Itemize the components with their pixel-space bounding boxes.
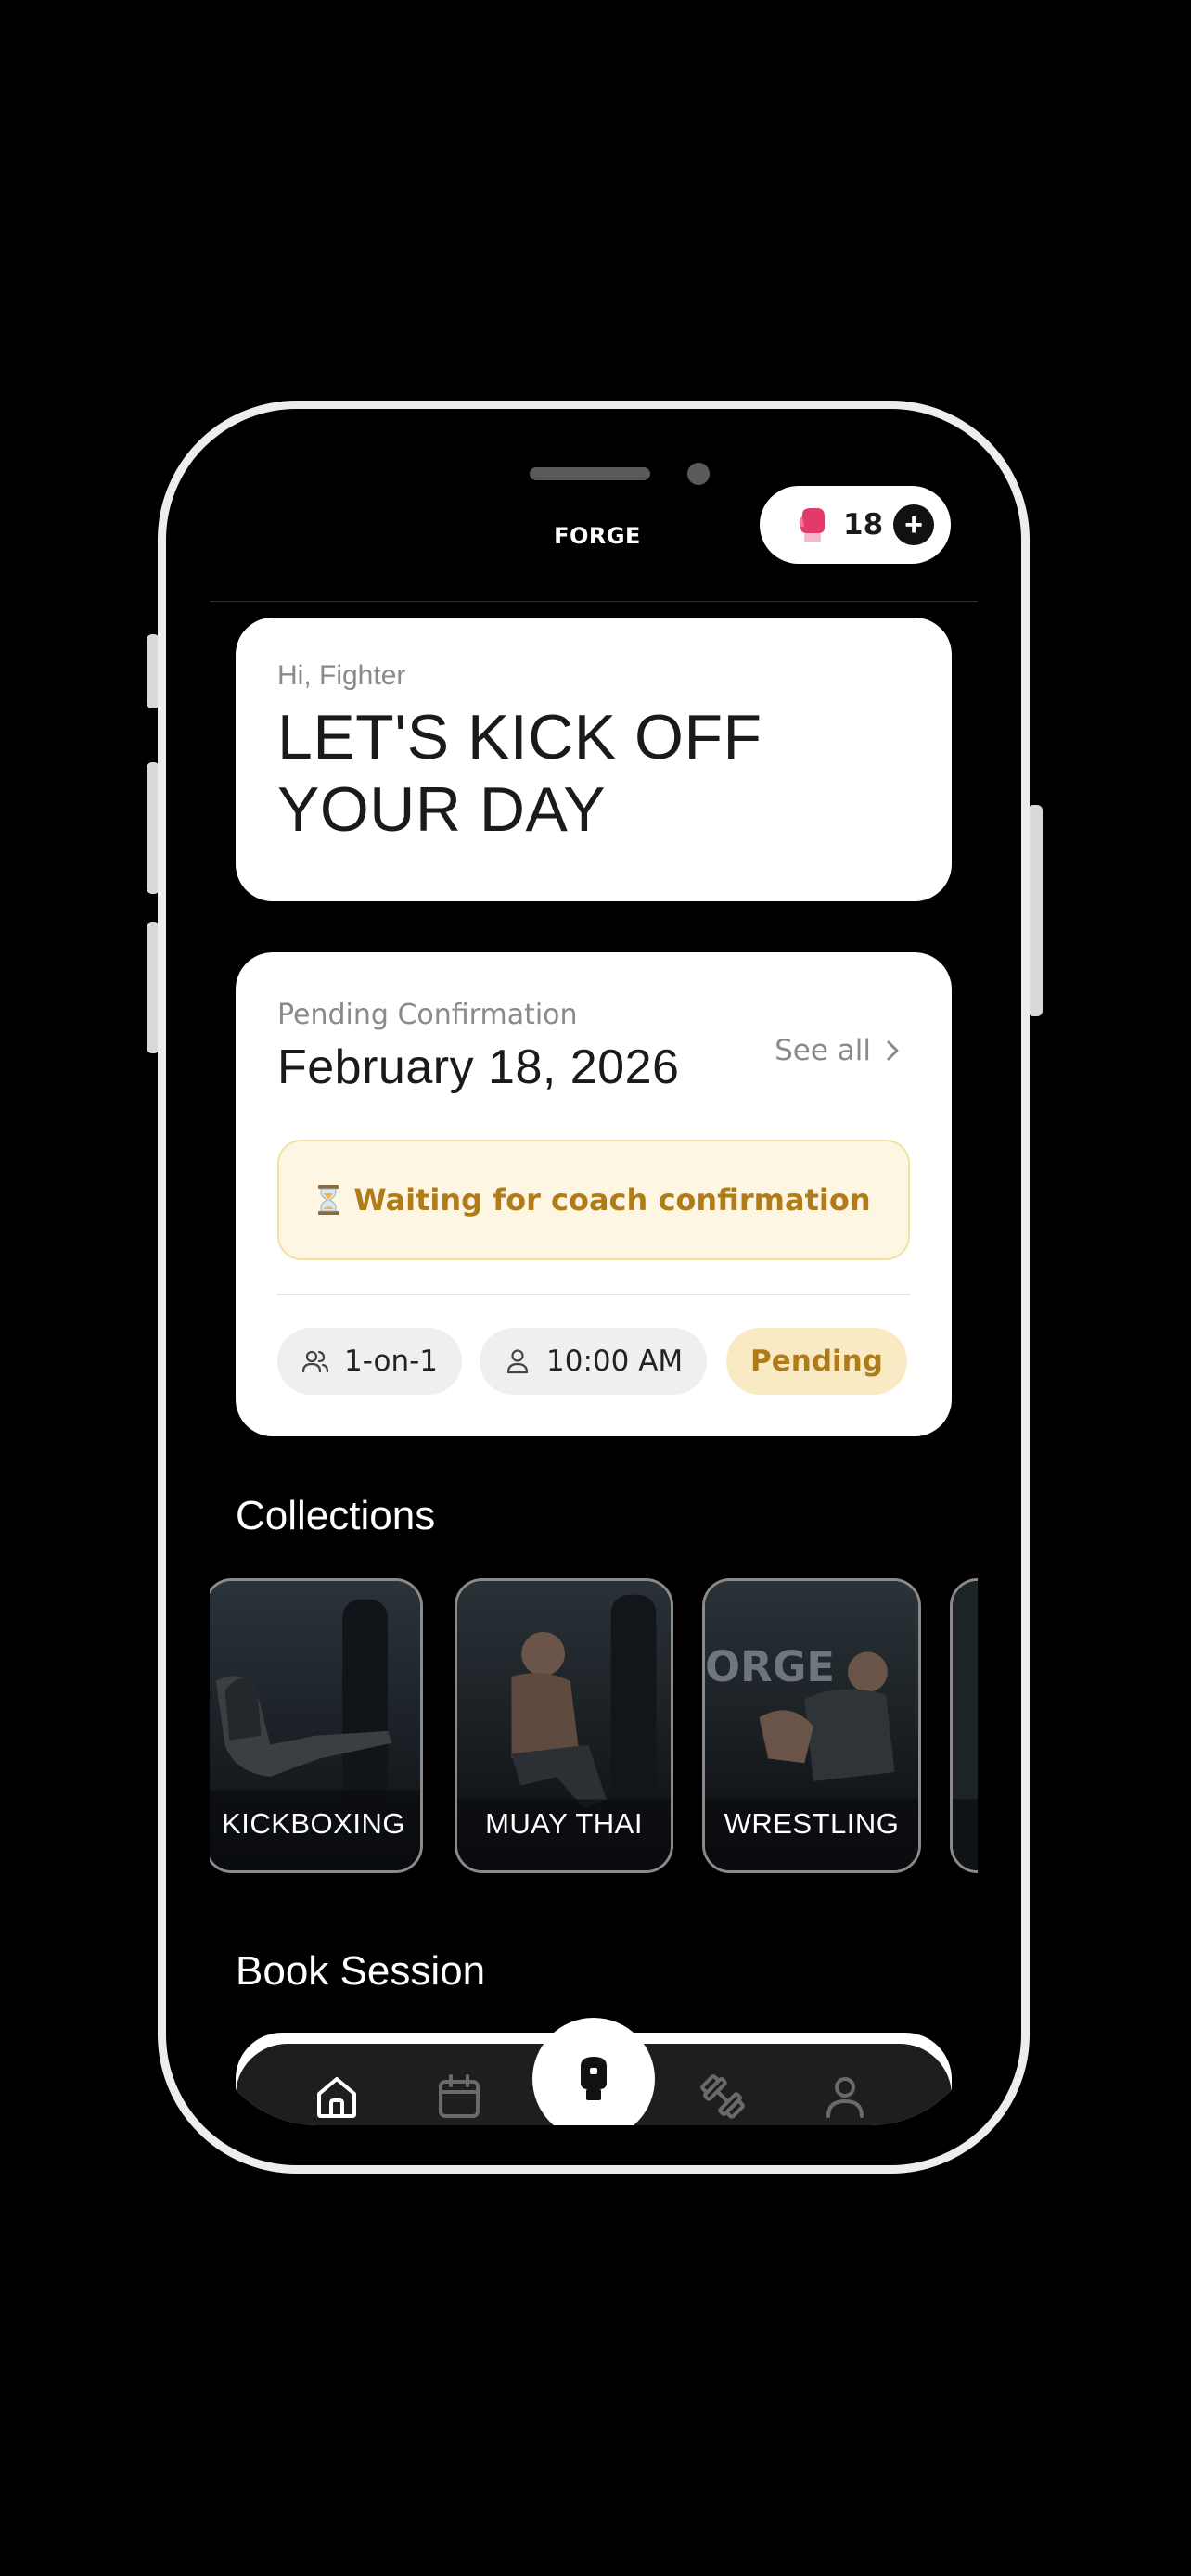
glove-icon bbox=[581, 2057, 607, 2100]
speaker-grille bbox=[530, 467, 650, 480]
collection-card-muay-thai[interactable]: MUAY THAI bbox=[455, 1578, 673, 1873]
collection-card-bjj[interactable]: B J bbox=[950, 1578, 978, 1873]
collection-card-kickboxing[interactable]: KICKBOXING bbox=[210, 1578, 423, 1873]
front-camera bbox=[687, 463, 710, 485]
collection-card-wrestling[interactable]: ORGE WRESTLING bbox=[702, 1578, 921, 1873]
booking-status-label: Pending Confirmation bbox=[277, 999, 578, 1031]
collection-label: KICKBOXING bbox=[222, 1807, 405, 1840]
dumbbell-icon bbox=[700, 2074, 745, 2119]
greeting-card: Hi, Fighter LET'S KICK OFF YOUR DAY bbox=[236, 618, 952, 901]
booking-divider bbox=[277, 1294, 910, 1295]
nav-workouts[interactable] bbox=[698, 2072, 748, 2122]
collection-label: MUAY THAI bbox=[485, 1807, 643, 1840]
users-icon bbox=[301, 1350, 329, 1373]
status-badge: Pending bbox=[726, 1328, 907, 1395]
session-time-label: 10:00 AM bbox=[546, 1345, 684, 1378]
svg-text:ORGE: ORGE bbox=[705, 1642, 835, 1691]
collections-carousel[interactable]: KICKBOXING MUAY THAI ORGE WRESTLING bbox=[210, 1578, 978, 1875]
session-type-chip: 1-on-1 bbox=[277, 1328, 463, 1395]
nav-home[interactable] bbox=[312, 2072, 362, 2122]
boxing-glove-icon bbox=[799, 508, 825, 542]
see-all-label: See all bbox=[775, 1034, 871, 1067]
calendar-icon bbox=[439, 2074, 480, 2118]
session-time-chip: 10:00 AM bbox=[480, 1328, 708, 1395]
header-divider bbox=[210, 601, 978, 602]
chevron-right-icon bbox=[887, 1040, 899, 1061]
nav-profile[interactable] bbox=[820, 2072, 870, 2122]
balance-count: 18 bbox=[843, 508, 884, 542]
app-screen: FORGE 18 + Hi, Fighter LET'S KICK OFF YO… bbox=[205, 419, 982, 2125]
home-icon bbox=[317, 2077, 356, 2118]
greeting-headline: LET'S KICK OFF YOUR DAY bbox=[277, 701, 910, 846]
hourglass-icon bbox=[318, 1185, 339, 1215]
collection-label: WRESTLING bbox=[724, 1807, 900, 1840]
waiting-confirmation-banner: Waiting for coach confirmation bbox=[277, 1140, 910, 1260]
side-button-power bbox=[1028, 805, 1043, 1016]
glove-balance-pill[interactable]: 18 + bbox=[760, 486, 951, 564]
booking-date: February 18, 2026 bbox=[277, 1040, 680, 1094]
upcoming-booking-card[interactable]: Pending Confirmation February 18, 2026 S… bbox=[236, 952, 952, 1436]
headline-line-2: YOUR DAY bbox=[277, 774, 607, 845]
add-credits-button[interactable]: + bbox=[893, 504, 934, 545]
forge-logo: FORGE bbox=[554, 523, 641, 549]
book-session-title: Book Session bbox=[236, 1948, 486, 1994]
headline-line-1: LET'S KICK OFF bbox=[277, 702, 762, 772]
bjj-photo bbox=[953, 1581, 978, 1870]
see-all-link[interactable]: See all bbox=[775, 1034, 901, 1067]
greeting-subtitle: Hi, Fighter bbox=[277, 660, 406, 691]
waiting-message: Waiting for coach confirmation bbox=[353, 1182, 871, 1218]
person-icon bbox=[506, 1349, 529, 1374]
collections-title: Collections bbox=[236, 1493, 436, 1538]
svg-text:FORGE: FORGE bbox=[554, 523, 641, 549]
profile-icon bbox=[826, 2077, 864, 2118]
nav-calendar[interactable] bbox=[434, 2072, 484, 2122]
session-type-label: 1-on-1 bbox=[344, 1345, 439, 1378]
